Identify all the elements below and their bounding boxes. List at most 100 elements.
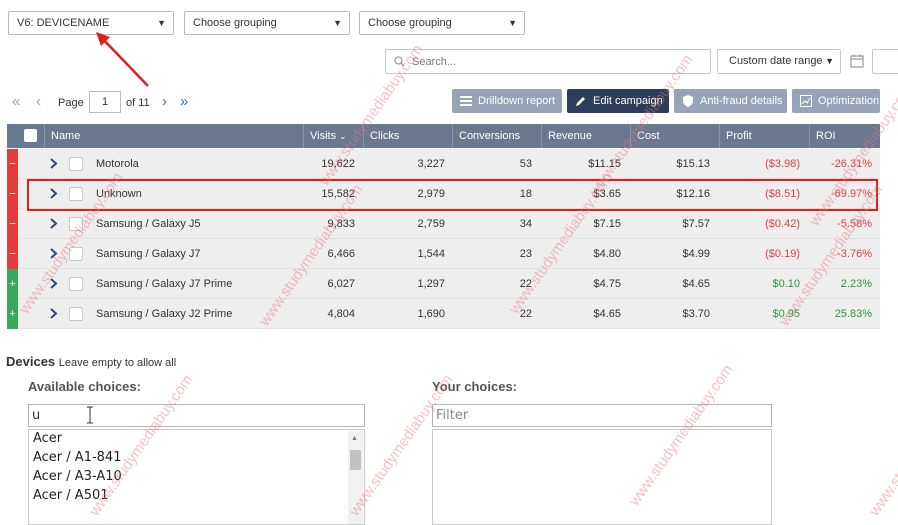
table-row[interactable]: + Samsung / Galaxy J7 Prime 6,027 1,297 … xyxy=(7,269,880,299)
row-visits: 15,582 xyxy=(321,188,355,200)
row-cost: $7.57 xyxy=(682,218,710,230)
available-choice-option[interactable]: Acer / A3-A10 xyxy=(33,469,122,484)
date-range-select[interactable]: Custom date range ▼ xyxy=(717,49,841,74)
anti-fraud-details-button[interactable]: Anti-fraud details xyxy=(674,89,787,113)
row-name: Samsung / Galaxy J2 Prime xyxy=(96,308,233,320)
devices-section-title: Devices Leave empty to allow all xyxy=(6,354,177,369)
grouping-select-secondary[interactable]: Choose grouping ▼ xyxy=(184,11,350,35)
scrollbar-thumb[interactable] xyxy=(350,450,361,470)
row-clicks: 2,759 xyxy=(417,218,445,230)
row-clicks: 1,544 xyxy=(417,248,445,260)
column-header-roi[interactable]: ROI xyxy=(809,124,880,148)
row-status-indicator: − xyxy=(7,209,18,239)
row-status-indicator: − xyxy=(7,239,18,269)
available-choices-list[interactable]: Acer Acer / A1-841 Acer / A3-A10 Acer / A50… xyxy=(28,429,365,525)
annotation-arrow-icon xyxy=(96,32,149,87)
table-row[interactable]: − Samsung / Galaxy J7 6,466 1,544 23 $4.… xyxy=(7,239,880,269)
edit-campaign-button[interactable]: Edit campaign xyxy=(567,89,669,113)
row-checkbox[interactable] xyxy=(69,187,83,201)
row-profit: ($3.98) xyxy=(765,158,800,170)
first-page-icon[interactable]: « xyxy=(12,93,20,110)
table-row[interactable]: − Samsung / Galaxy J5 9,833 2,759 34 $7.… xyxy=(7,209,880,239)
date-range-label: Custom date range xyxy=(729,55,823,67)
column-header-conversions[interactable]: Conversions xyxy=(452,124,541,148)
grouping-select-tertiary[interactable]: Choose grouping ▼ xyxy=(359,11,525,35)
last-page-icon[interactable]: » xyxy=(180,93,188,110)
row-profit: $0.10 xyxy=(772,278,800,290)
row-cost: $12.16 xyxy=(676,188,710,200)
row-checkbox[interactable] xyxy=(69,247,83,261)
your-choices-filter-input[interactable]: Filter xyxy=(432,404,772,427)
chart-icon xyxy=(800,95,812,107)
available-choice-option[interactable]: Acer / A1-841 xyxy=(33,450,121,465)
pager-page-label: Page xyxy=(58,97,84,109)
drilldown-report-label: Drilldown report xyxy=(478,95,556,107)
row-visits: 6,466 xyxy=(327,248,355,260)
row-checkbox[interactable] xyxy=(69,157,83,171)
available-filter-value: u xyxy=(32,408,41,423)
row-revenue: $4.80 xyxy=(593,248,621,260)
table-row[interactable]: − Motorola 19,622 3,227 53 $11.15 $15.13… xyxy=(7,149,880,179)
row-clicks: 2,979 xyxy=(417,188,445,200)
row-roi: 2.23% xyxy=(840,278,872,290)
column-header-visits[interactable]: Visits ⌄ xyxy=(303,124,363,148)
column-header-cost[interactable]: Cost xyxy=(630,124,719,148)
optimization-button[interactable]: Optimization xyxy=(792,89,880,113)
available-list-scrollbar[interactable]: ▲ xyxy=(348,431,363,524)
page-number-input[interactable]: 1 xyxy=(89,91,121,113)
row-clicks: 3,227 xyxy=(417,158,445,170)
optimization-label: Optimization xyxy=(818,95,880,107)
available-choice-option[interactable]: Acer / A501 xyxy=(33,488,109,503)
row-visits: 6,027 xyxy=(327,278,355,290)
devices-help-text: Leave empty to allow all xyxy=(58,357,177,369)
row-conversions: 22 xyxy=(519,308,532,320)
pager-of-label: of 11 xyxy=(126,97,150,109)
expand-chevron-icon[interactable] xyxy=(49,307,58,320)
expand-chevron-icon[interactable] xyxy=(49,157,58,170)
row-checkbox[interactable] xyxy=(69,277,83,291)
prev-page-icon[interactable]: ‹ xyxy=(36,93,41,110)
row-status-indicator: − xyxy=(7,179,18,209)
available-filter-input[interactable]: u xyxy=(28,404,365,427)
your-choices-list[interactable] xyxy=(432,429,772,525)
select-all-checkbox[interactable] xyxy=(24,129,37,142)
pencil-icon xyxy=(576,97,585,106)
expand-chevron-icon[interactable] xyxy=(49,247,58,260)
chevron-down-icon: ▼ xyxy=(333,18,342,28)
scroll-up-icon[interactable]: ▲ xyxy=(351,435,358,442)
grouping-select-tertiary-value: Choose grouping xyxy=(368,17,452,29)
search-icon xyxy=(394,56,405,67)
calendar-icon[interactable] xyxy=(850,54,864,68)
row-name: Motorola xyxy=(96,158,139,170)
row-visits: 9,833 xyxy=(327,218,355,230)
available-choices-label: Available choices: xyxy=(28,379,141,394)
row-revenue: $7.15 xyxy=(593,218,621,230)
row-name: Unknown xyxy=(96,188,142,200)
row-checkbox[interactable] xyxy=(69,307,83,321)
expand-chevron-icon[interactable] xyxy=(49,217,58,230)
anti-fraud-details-label: Anti-fraud details xyxy=(700,95,783,107)
search-input[interactable] xyxy=(410,52,700,71)
available-choice-option[interactable]: Acer xyxy=(33,431,62,446)
search-box[interactable] xyxy=(385,49,711,74)
expand-chevron-icon[interactable] xyxy=(49,187,58,200)
column-header-revenue[interactable]: Revenue xyxy=(541,124,630,148)
column-header-profit[interactable]: Profit xyxy=(719,124,809,148)
row-profit: ($0.19) xyxy=(765,248,800,260)
date-input-edge[interactable] xyxy=(872,49,898,74)
expand-chevron-icon[interactable] xyxy=(49,277,58,290)
row-cost: $15.13 xyxy=(676,158,710,170)
row-conversions: 22 xyxy=(519,278,532,290)
row-cost: $4.99 xyxy=(682,248,710,260)
column-header-clicks[interactable]: Clicks xyxy=(363,124,452,148)
row-name: Samsung / Galaxy J5 xyxy=(96,218,201,230)
your-choices-filter-placeholder: Filter xyxy=(436,408,469,423)
next-page-icon[interactable]: › xyxy=(162,93,167,110)
drilldown-report-button[interactable]: Drilldown report xyxy=(452,89,562,113)
table-row[interactable]: + Samsung / Galaxy J2 Prime 4,804 1,690 … xyxy=(7,299,880,329)
row-roi: -3.76% xyxy=(837,248,872,260)
list-icon xyxy=(460,96,472,106)
row-checkbox[interactable] xyxy=(69,217,83,231)
table-row[interactable]: − Unknown 15,582 2,979 18 $3.65 $12.16 (… xyxy=(7,179,880,209)
column-header-name[interactable]: Name xyxy=(44,124,303,148)
